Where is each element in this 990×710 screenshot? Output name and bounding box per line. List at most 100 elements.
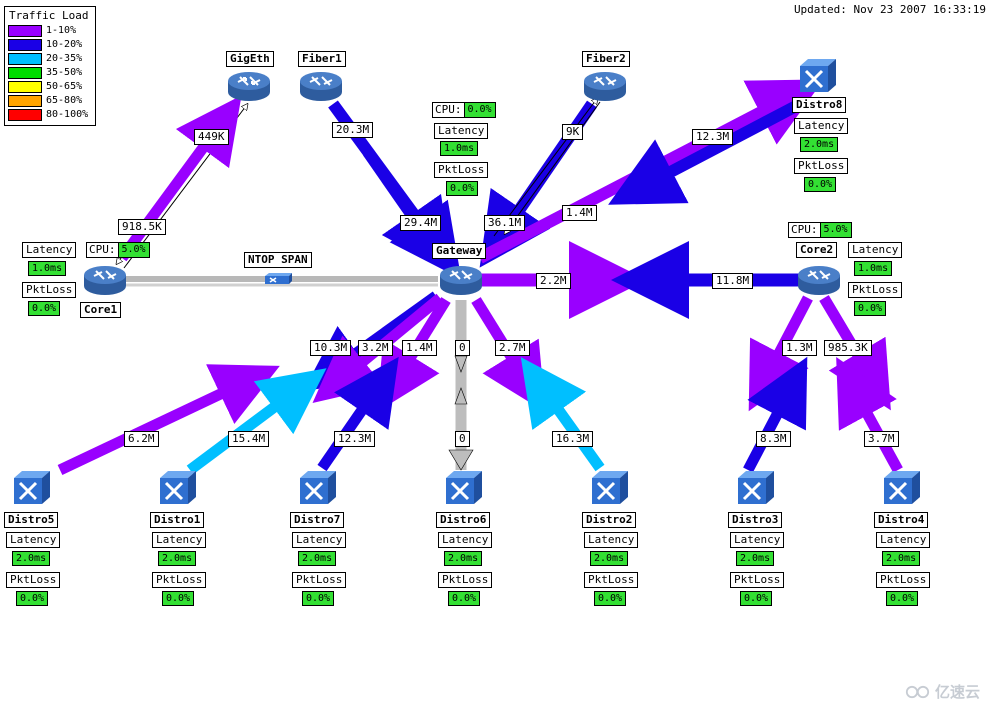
- distro5-latency-key: Latency: [6, 532, 61, 548]
- distro7-pktloss-value: 0.0%: [302, 591, 335, 606]
- watermark: 亿速云: [905, 681, 980, 702]
- router-icon-gateway[interactable]: [438, 262, 484, 296]
- link-gateway-distro8[interactable]: [477, 79, 824, 264]
- switch-icon-distro5[interactable]: [10, 468, 52, 508]
- core1-cpu: CPU: 5.0%: [86, 242, 150, 258]
- network-map-canvas: Traffic Load 1-10% 10-20% 20-35% 35-50% …: [0, 0, 990, 710]
- gateway-cpu: CPU: 0.0%: [432, 102, 496, 118]
- link-label-1-4m-distro7[interactable]: 1.4M: [402, 340, 437, 356]
- legend-title: Traffic Load: [9, 9, 89, 22]
- node-label-core2: Core2: [796, 242, 838, 258]
- switch-icon-distro8[interactable]: [796, 56, 838, 96]
- link-label-2-7m[interactable]: 2.7M: [495, 340, 530, 356]
- mini-switch-icon-ntop[interactable]: [262, 272, 292, 286]
- distro4-pktloss-value: 0.0%: [886, 591, 919, 606]
- distro6-pktloss-value: 0.0%: [448, 591, 481, 606]
- distro8-latency-key: Latency: [794, 118, 849, 134]
- node-label-distro4: Distro4: [874, 512, 929, 528]
- core1-cpu-key: CPU:: [86, 242, 119, 258]
- node-label-distro3: Distro3: [728, 512, 783, 528]
- legend-row: 65-80%: [8, 94, 92, 107]
- legend-row: 10-20%: [8, 38, 92, 51]
- legend-label: 10-20%: [46, 38, 83, 50]
- core2-latency-value: 1.0ms: [854, 261, 893, 276]
- distro1-pktloss-key: PktLoss: [152, 572, 207, 588]
- legend-swatch: [8, 66, 42, 79]
- legend-swatch: [8, 94, 42, 107]
- legend-label: 80-100%: [46, 108, 89, 120]
- link-label-6-2m[interactable]: 6.2M: [124, 431, 159, 447]
- distro3-pktloss-key: PktLoss: [730, 572, 785, 588]
- link-label-3-7m[interactable]: 3.7M: [864, 431, 899, 447]
- router-icon-fiber1[interactable]: [298, 68, 344, 102]
- switch-icon-distro7[interactable]: [296, 468, 338, 508]
- link-label-36-1m[interactable]: 36.1M: [484, 215, 526, 231]
- core1-pktloss-key: PktLoss: [22, 282, 77, 298]
- legend-swatch: [8, 80, 42, 93]
- gateway-latency-key: Latency: [434, 123, 489, 139]
- distro8-pktloss-value: 0.0%: [804, 177, 837, 192]
- router-icon-core2[interactable]: [796, 262, 842, 296]
- watermark-text: 亿速云: [934, 683, 980, 701]
- distro5-pktloss-value: 0.0%: [16, 591, 49, 606]
- link-label-1-3m[interactable]: 1.3M: [782, 340, 817, 356]
- switch-icon-distro6[interactable]: [442, 468, 484, 508]
- ntop-span-label: NTOP SPAN: [244, 252, 312, 268]
- link-label-985-3k[interactable]: 985.3K: [824, 340, 872, 356]
- distro1-latency-key: Latency: [152, 532, 207, 548]
- legend-row: 80-100%: [8, 108, 92, 121]
- link-label-11-8m[interactable]: 11.8M: [712, 273, 754, 289]
- router-icon-core1[interactable]: [82, 262, 128, 296]
- switch-icon-distro4[interactable]: [880, 468, 922, 508]
- distro6-latency-key: Latency: [438, 532, 493, 548]
- switch-icon-distro1[interactable]: [156, 468, 198, 508]
- link-label-15-4m[interactable]: 15.4M: [228, 431, 270, 447]
- distro2-latency-key: Latency: [584, 532, 639, 548]
- link-label-10-3m[interactable]: 10.3M: [310, 340, 352, 356]
- distro5-latency-value: 2.0ms: [12, 551, 51, 566]
- distro4-pktloss-key: PktLoss: [876, 572, 931, 588]
- link-label-0-down[interactable]: 0: [455, 340, 470, 356]
- legend-row: 1-10%: [8, 24, 92, 37]
- distro5-pktloss-key: PktLoss: [6, 572, 61, 588]
- core2-cpu: CPU: 5.0%: [788, 222, 852, 238]
- link-label-3-2m[interactable]: 3.2M: [358, 340, 393, 356]
- switch-icon-distro3[interactable]: [734, 468, 776, 508]
- distro3-latency-key: Latency: [730, 532, 785, 548]
- core1-latency-value: 1.0ms: [28, 261, 67, 276]
- distro6-pktloss-key: PktLoss: [438, 572, 493, 588]
- core2-pktloss-key: PktLoss: [848, 282, 903, 298]
- node-label-distro7: Distro7: [290, 512, 345, 528]
- link-label-20-3m[interactable]: 20.3M: [332, 122, 374, 138]
- link-label-449k[interactable]: 449K: [194, 129, 229, 145]
- router-icon-gigeth[interactable]: [226, 68, 272, 102]
- distro1-latency-value: 2.0ms: [158, 551, 197, 566]
- updated-timestamp: Updated: Nov 23 2007 16:33:19: [793, 3, 986, 16]
- link-label-16-3m[interactable]: 16.3M: [552, 431, 594, 447]
- distro3-pktloss-value: 0.0%: [740, 591, 773, 606]
- distro2-pktloss-value: 0.0%: [594, 591, 627, 606]
- core1-cpu-value: 5.0%: [118, 242, 150, 258]
- link-label-1-4m-distro8[interactable]: 1.4M: [562, 205, 597, 221]
- legend-row: 20-35%: [8, 52, 92, 65]
- link-label-0-up[interactable]: 0: [455, 431, 470, 447]
- link-label-12-3m-distro7[interactable]: 12.3M: [334, 431, 376, 447]
- link-label-8-3m[interactable]: 8.3M: [756, 431, 791, 447]
- distro4-latency-key: Latency: [876, 532, 931, 548]
- link-label-918-5k[interactable]: 918.5K: [118, 219, 166, 235]
- link-label-9k[interactable]: 9K: [562, 124, 584, 140]
- link-label-2-2m[interactable]: 2.2M: [536, 273, 571, 289]
- gateway-pktloss-key: PktLoss: [434, 162, 489, 178]
- link-label-29-4m[interactable]: 29.4M: [400, 215, 442, 231]
- distro1-pktloss-value: 0.0%: [162, 591, 195, 606]
- gateway-pktloss-value: 0.0%: [446, 181, 479, 196]
- switch-icon-distro2[interactable]: [588, 468, 630, 508]
- node-label-gigeth: GigEth: [226, 51, 274, 67]
- gateway-cpu-value: 0.0%: [464, 102, 496, 118]
- legend-label: 65-80%: [46, 94, 83, 106]
- link-label-12-3m-distro8[interactable]: 12.3M: [692, 129, 734, 145]
- legend-swatch: [8, 38, 42, 51]
- distro3-latency-value: 2.0ms: [736, 551, 775, 566]
- cloud-icon: [905, 685, 930, 698]
- router-icon-fiber2[interactable]: [582, 68, 628, 102]
